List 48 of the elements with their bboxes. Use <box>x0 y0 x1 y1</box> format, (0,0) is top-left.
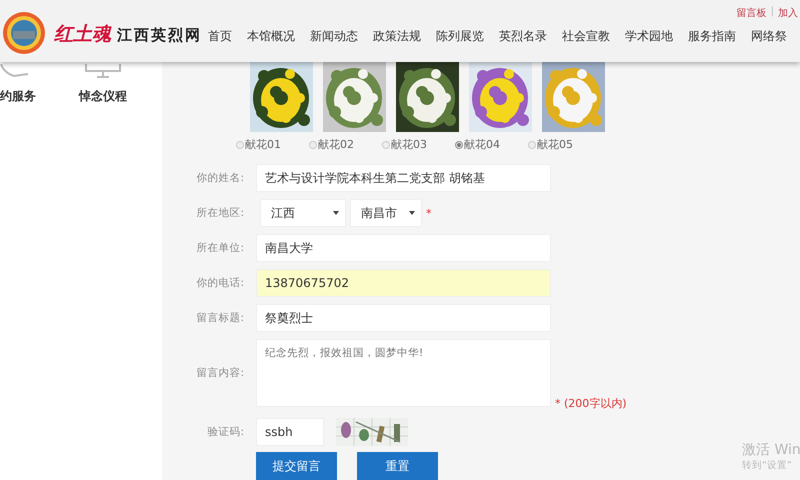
radio-dot[interactable] <box>309 140 317 148</box>
top-link[interactable]: 加入 <box>778 6 798 20</box>
nav-link[interactable]: 政策法规 <box>373 28 421 44</box>
phone-icon <box>0 64 30 78</box>
length-note: * (200字以内) <box>555 396 627 411</box>
nav-link[interactable]: 社会宣教 <box>562 28 610 44</box>
radio-dot[interactable] <box>236 140 244 148</box>
nav-link[interactable]: 服务指南 <box>688 28 736 44</box>
nav-link[interactable]: 学术园地 <box>625 28 673 44</box>
link-separator: | <box>770 6 774 19</box>
field-label: 验证码: <box>206 425 244 439</box>
input-field[interactable]: 13870675702 <box>256 269 551 297</box>
required-mark: * <box>426 206 432 220</box>
caret-icon <box>333 211 339 215</box>
emblem-icon <box>2 11 46 55</box>
radio-dot[interactable] <box>455 140 463 148</box>
field-label: 所在地区: <box>195 206 244 220</box>
radio-dot[interactable] <box>382 140 390 148</box>
field-label: 所在单位: <box>195 241 244 255</box>
nav-link[interactable]: 陈列展览 <box>436 28 484 44</box>
caret-icon <box>409 211 415 215</box>
sidebar-link[interactable]: 约服务 <box>0 88 36 105</box>
reset-button[interactable]: 重置 <box>357 452 438 480</box>
message-field[interactable]: 纪念先烈，报效祖国，圆梦中华! <box>256 339 551 407</box>
activation-notice: 激活 Win <box>742 441 800 459</box>
input-field[interactable]: 艺术与设计学院本科生第二党支部 胡铭基 <box>256 164 551 192</box>
city-select[interactable]: 南昌市 <box>350 199 422 227</box>
logo-text: 红土魂 <box>54 22 111 47</box>
submit-button[interactable]: 提交留言 <box>256 452 337 480</box>
input-field[interactable]: 南昌大学 <box>256 234 551 262</box>
field-label: 你的姓名: <box>195 171 244 185</box>
field-label: 留言标题: <box>195 311 244 325</box>
captcha-field[interactable]: ssbh <box>256 418 324 446</box>
nav-link[interactable]: 本馆概况 <box>247 28 295 44</box>
monitor-icon <box>85 64 121 78</box>
radio-dot[interactable] <box>528 140 536 148</box>
province-select[interactable]: 江西 <box>260 199 346 227</box>
nav-link[interactable]: 首页 <box>208 28 232 44</box>
top-link[interactable]: 留言板 <box>736 6 767 20</box>
nav-link[interactable]: 英烈名录 <box>499 28 547 44</box>
field-label: 你的电话: <box>195 276 244 290</box>
sidebar-link[interactable]: 悼念仪程 <box>79 88 127 105</box>
input-field[interactable]: 祭奠烈士 <box>256 304 551 332</box>
nav-link[interactable]: 网络祭 <box>751 28 787 44</box>
site-title: 江西英烈网 <box>117 26 202 45</box>
activation-hint: 转到“设置” <box>742 459 793 472</box>
field-label: 留言内容: <box>195 366 244 380</box>
nav-link[interactable]: 新闻动态 <box>310 28 358 44</box>
